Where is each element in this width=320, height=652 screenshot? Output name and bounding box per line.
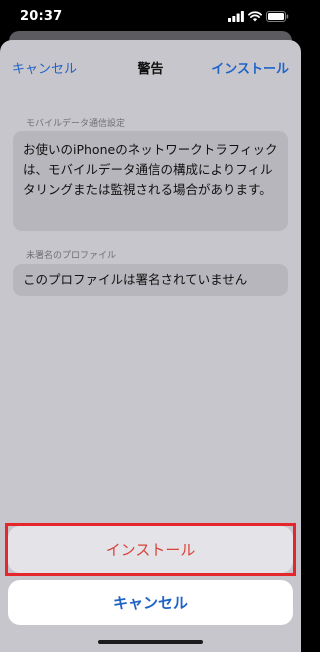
signal-icon: [228, 11, 244, 22]
section-label-unsigned-profile: 未署名のプロファイル: [26, 251, 117, 261]
status-time: 20:37: [20, 9, 63, 24]
home-indicator: [98, 640, 203, 644]
install-profile-screen: 20:37 キャンセル 警告 インストール モバイルデータ通信設定 お使いのiP…: [0, 0, 301, 652]
wifi-icon: [248, 11, 262, 22]
status-icons: [228, 11, 289, 22]
status-bar: 20:37: [0, 0, 301, 34]
unsigned-profile-text: このプロファイルは署名されていません: [13, 264, 288, 296]
nav-install-button[interactable]: インストール: [211, 58, 289, 77]
mobile-data-warning-text: お使いのiPhoneのネットワークトラフィックは、モバイルデータ通信の構成により…: [13, 131, 288, 231]
nav-bar: キャンセル 警告 インストール: [0, 40, 301, 94]
cancel-button[interactable]: キャンセル: [8, 580, 293, 625]
section-label-mobile-data: モバイルデータ通信設定: [26, 119, 126, 129]
install-button[interactable]: インストール: [8, 526, 293, 573]
nav-cancel-button[interactable]: キャンセル: [12, 58, 77, 77]
battery-icon: [266, 11, 289, 22]
